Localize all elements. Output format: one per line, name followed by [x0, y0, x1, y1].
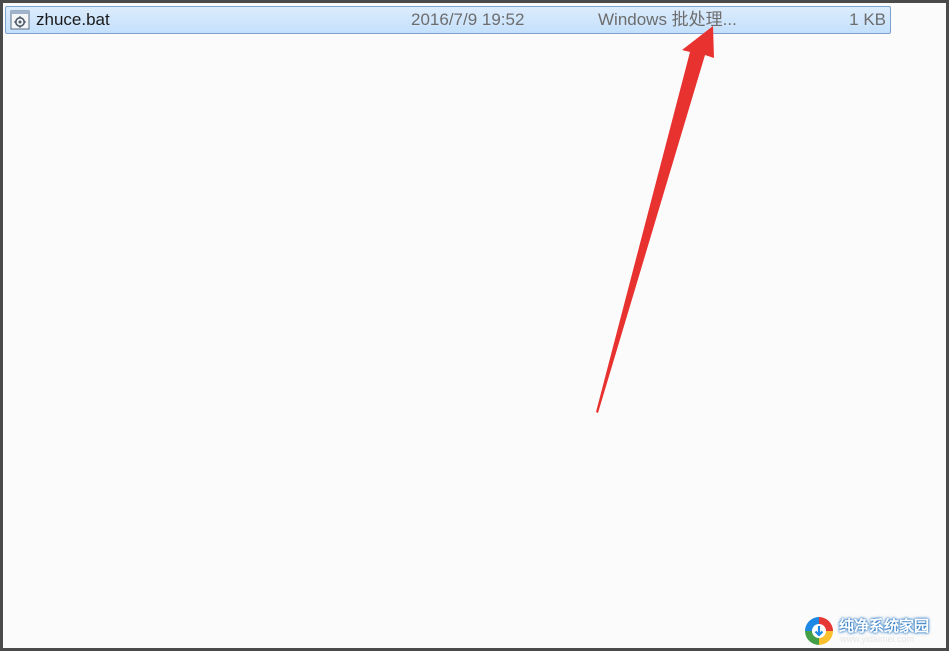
file-row-selected[interactable]: zhuce.bat 2016/7/9 19:52 Windows 批处理... … [5, 6, 891, 34]
file-size: 1 KB [849, 10, 886, 29]
window-frame: zhuce.bat 2016/7/9 19:52 Windows 批处理... … [0, 0, 949, 651]
watermark-logo-icon [804, 616, 834, 646]
site-watermark: 纯净系统家园 www.yidaimei.com [803, 615, 943, 647]
file-list-pane[interactable]: zhuce.bat 2016/7/9 19:52 Windows 批处理... … [3, 3, 946, 648]
batch-file-gear-icon [10, 10, 30, 30]
file-name: zhuce.bat [36, 10, 110, 29]
watermark-url: www.yidaimei.com [840, 634, 915, 644]
watermark-title: 纯净系统家园 [839, 617, 930, 635]
file-date-modified: 2016/7/9 19:52 [411, 10, 525, 29]
file-type: Windows 批处理... [598, 10, 737, 29]
